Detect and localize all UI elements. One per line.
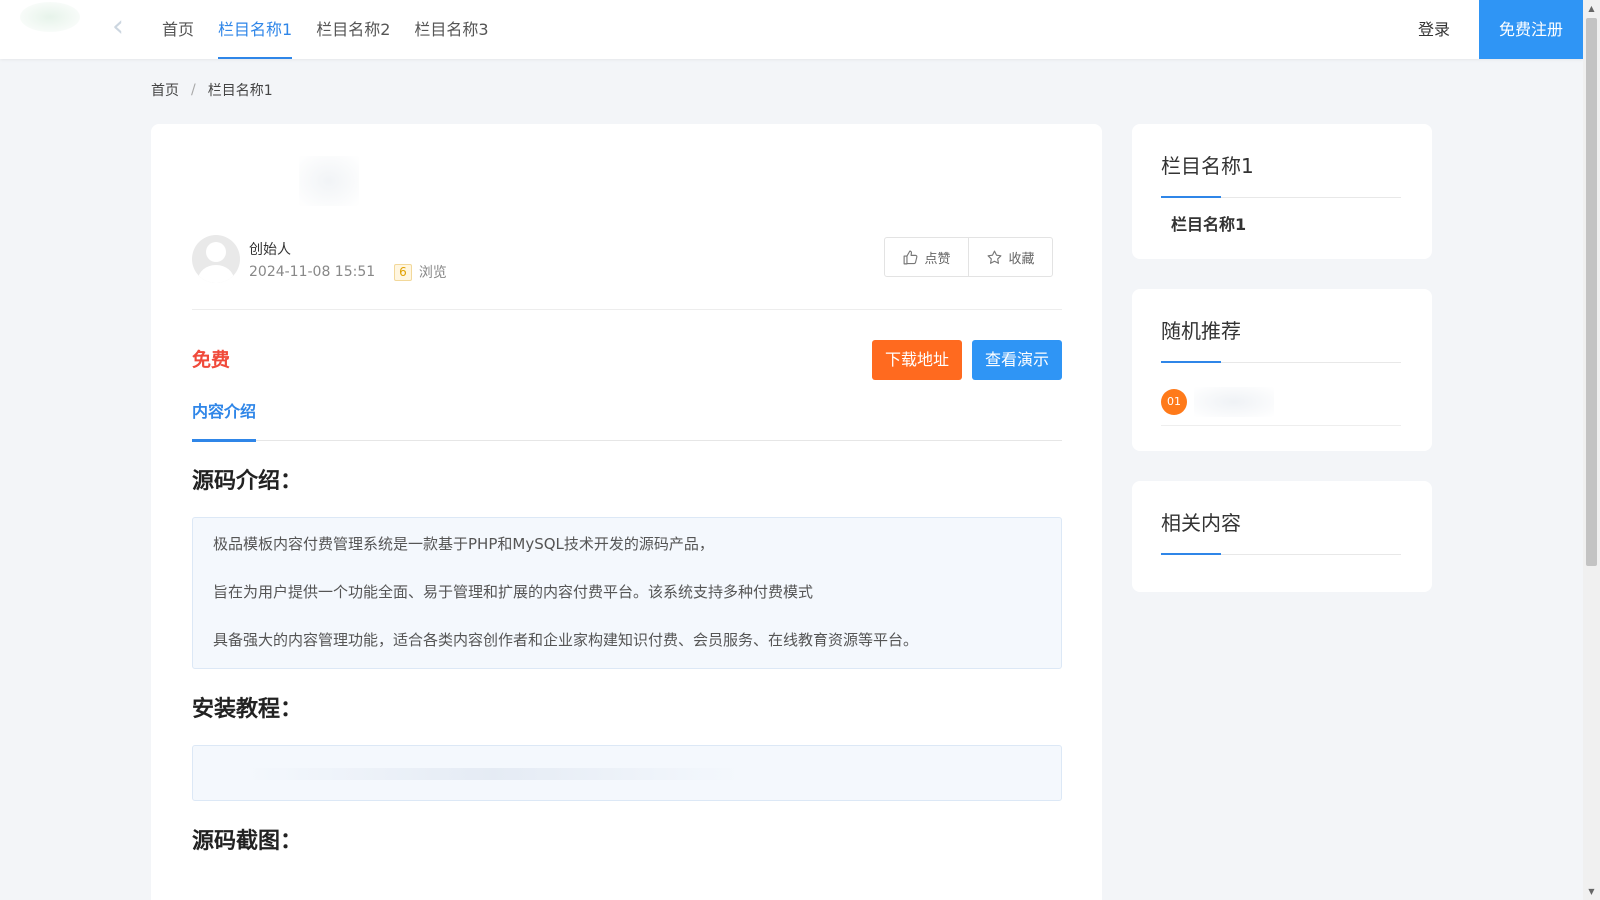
- card-title-accent: [1161, 196, 1221, 198]
- intro-line: 具备强大的内容管理功能，适合各类内容创作者和企业家构建知识付费、会员服务、在线教…: [213, 631, 919, 649]
- register-button[interactable]: 免费注册: [1479, 0, 1583, 59]
- section-heading-install: 安装教程：: [192, 697, 303, 722]
- breadcrumb: 首页 / 栏目名称1: [151, 80, 273, 100]
- install-content-placeholder: [243, 768, 743, 780]
- scroll-up-arrow-icon[interactable]: ▲: [1583, 0, 1600, 17]
- nav-item-home[interactable]: 首页: [150, 0, 206, 59]
- related-content-card: 相关内容: [1132, 481, 1432, 592]
- publish-date: 2024-11-08 15:51: [249, 264, 376, 280]
- demo-button[interactable]: 查看演示: [972, 340, 1062, 380]
- section-heading-screenshots: 源码截图：: [192, 829, 303, 854]
- author-row: 创始人 2024-11-08 15:51 6 浏览 点赞 收藏: [192, 235, 1062, 291]
- tab-content-intro[interactable]: 内容介绍: [192, 399, 256, 439]
- logo-mark: [20, 2, 80, 32]
- article-card: 创始人 2024-11-08 15:51 6 浏览 点赞 收藏 免费 下载地址 …: [151, 124, 1102, 900]
- views-label: 浏览: [418, 265, 447, 281]
- like-label: 点赞: [924, 251, 951, 267]
- rank-badge: 01: [1161, 389, 1187, 415]
- install-tutorial-box: [192, 745, 1062, 801]
- article-title-placeholder: [299, 156, 359, 206]
- section-heading-source-intro: 源码介绍：: [192, 469, 303, 494]
- page-scrollbar[interactable]: ▲ ▼: [1583, 0, 1600, 900]
- source-intro-box: 极品模板内容付费管理系统是一款基于PHP和MySQL技术开发的源码产品， 旨在为…: [192, 517, 1062, 669]
- top-header: ‹ 首页 栏目名称1 栏目名称2 栏目名称3 登录 免费注册: [0, 0, 1583, 59]
- meta-divider: [192, 309, 1062, 310]
- star-icon: [988, 250, 1002, 264]
- category-item[interactable]: 栏目名称1: [1171, 211, 1246, 235]
- intro-line: 极品模板内容付费管理系统是一款基于PHP和MySQL技术开发的源码产品，: [213, 535, 714, 553]
- related-card-title: 相关内容: [1161, 511, 1241, 535]
- scroll-thumb[interactable]: [1586, 18, 1597, 566]
- collect-label: 收藏: [1008, 251, 1035, 267]
- article-meta: 2024-11-08 15:51 6 浏览: [249, 262, 447, 282]
- scroll-down-arrow-icon[interactable]: ▼: [1583, 883, 1600, 900]
- tab-active-indicator: [192, 439, 256, 442]
- collect-button[interactable]: 收藏: [968, 238, 1052, 276]
- views-count-badge: 6: [394, 263, 412, 281]
- site-logo[interactable]: ‹: [14, 0, 134, 59]
- avatar-placeholder-icon: [192, 235, 240, 283]
- nav-item-category-2[interactable]: 栏目名称2: [304, 0, 402, 59]
- main-nav: 首页 栏目名称1 栏目名称2 栏目名称3: [150, 0, 501, 59]
- login-link[interactable]: 登录: [1418, 0, 1450, 59]
- breadcrumb-current[interactable]: 栏目名称1: [208, 80, 273, 100]
- random-recommend-card: 随机推荐 01: [1132, 289, 1432, 451]
- card-title-accent: [1161, 553, 1221, 555]
- category-card-title: 栏目名称1: [1161, 154, 1254, 178]
- author-name: 创始人: [249, 242, 291, 258]
- download-button[interactable]: 下载地址: [872, 340, 962, 380]
- card-title-accent: [1161, 361, 1221, 363]
- chevron-left-icon: ‹: [112, 9, 124, 44]
- recommend-item-placeholder[interactable]: [1194, 387, 1274, 417]
- nav-item-category-1[interactable]: 栏目名称1: [206, 0, 304, 59]
- breadcrumb-separator: /: [191, 82, 196, 98]
- price-label: 免费: [192, 349, 231, 371]
- breadcrumb-home[interactable]: 首页: [151, 80, 179, 100]
- category-card: 栏目名称1 栏目名称1: [1132, 124, 1432, 259]
- list-divider: [1161, 425, 1401, 426]
- intro-line: 旨在为用户提供一个功能全面、易于管理和扩展的内容付费平台。该系统支持多种付费模式: [213, 583, 814, 601]
- like-button[interactable]: 点赞: [885, 238, 968, 276]
- nav-item-category-3[interactable]: 栏目名称3: [402, 0, 500, 59]
- tab-bar-line: [192, 440, 1062, 441]
- article-actions: 点赞 收藏: [884, 237, 1053, 277]
- thumbs-up-icon: [904, 250, 918, 264]
- random-card-title: 随机推荐: [1161, 319, 1241, 343]
